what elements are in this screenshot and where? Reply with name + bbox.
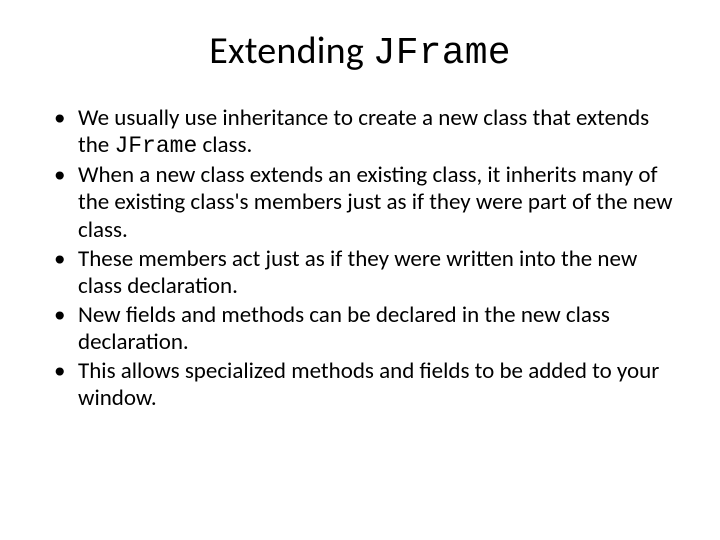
bullet-code: JFrame xyxy=(114,133,197,159)
slide-title: Extending JFrame xyxy=(0,28,720,75)
list-item: This allows specialized methods and fiel… xyxy=(60,358,678,412)
bullet-text: When a new class extends an existing cla… xyxy=(78,161,673,243)
bullet-list: We usually use inheritance to create a n… xyxy=(0,105,720,412)
bullet-text: New fields and methods can be declared i… xyxy=(78,301,610,356)
list-item: New fields and methods can be declared i… xyxy=(60,302,678,356)
title-code: JFrame xyxy=(373,32,511,75)
list-item: We usually use inheritance to create a n… xyxy=(60,105,678,160)
title-prefix: Extending xyxy=(209,28,372,74)
list-item: These members act just as if they were w… xyxy=(60,246,678,300)
slide: Extending JFrame We usually use inherita… xyxy=(0,28,720,540)
bullet-text: This allows specialized methods and fiel… xyxy=(78,357,659,412)
bullet-text-post: class. xyxy=(197,131,252,159)
bullet-text: These members act just as if they were w… xyxy=(78,245,637,300)
list-item: When a new class extends an existing cla… xyxy=(60,162,678,243)
